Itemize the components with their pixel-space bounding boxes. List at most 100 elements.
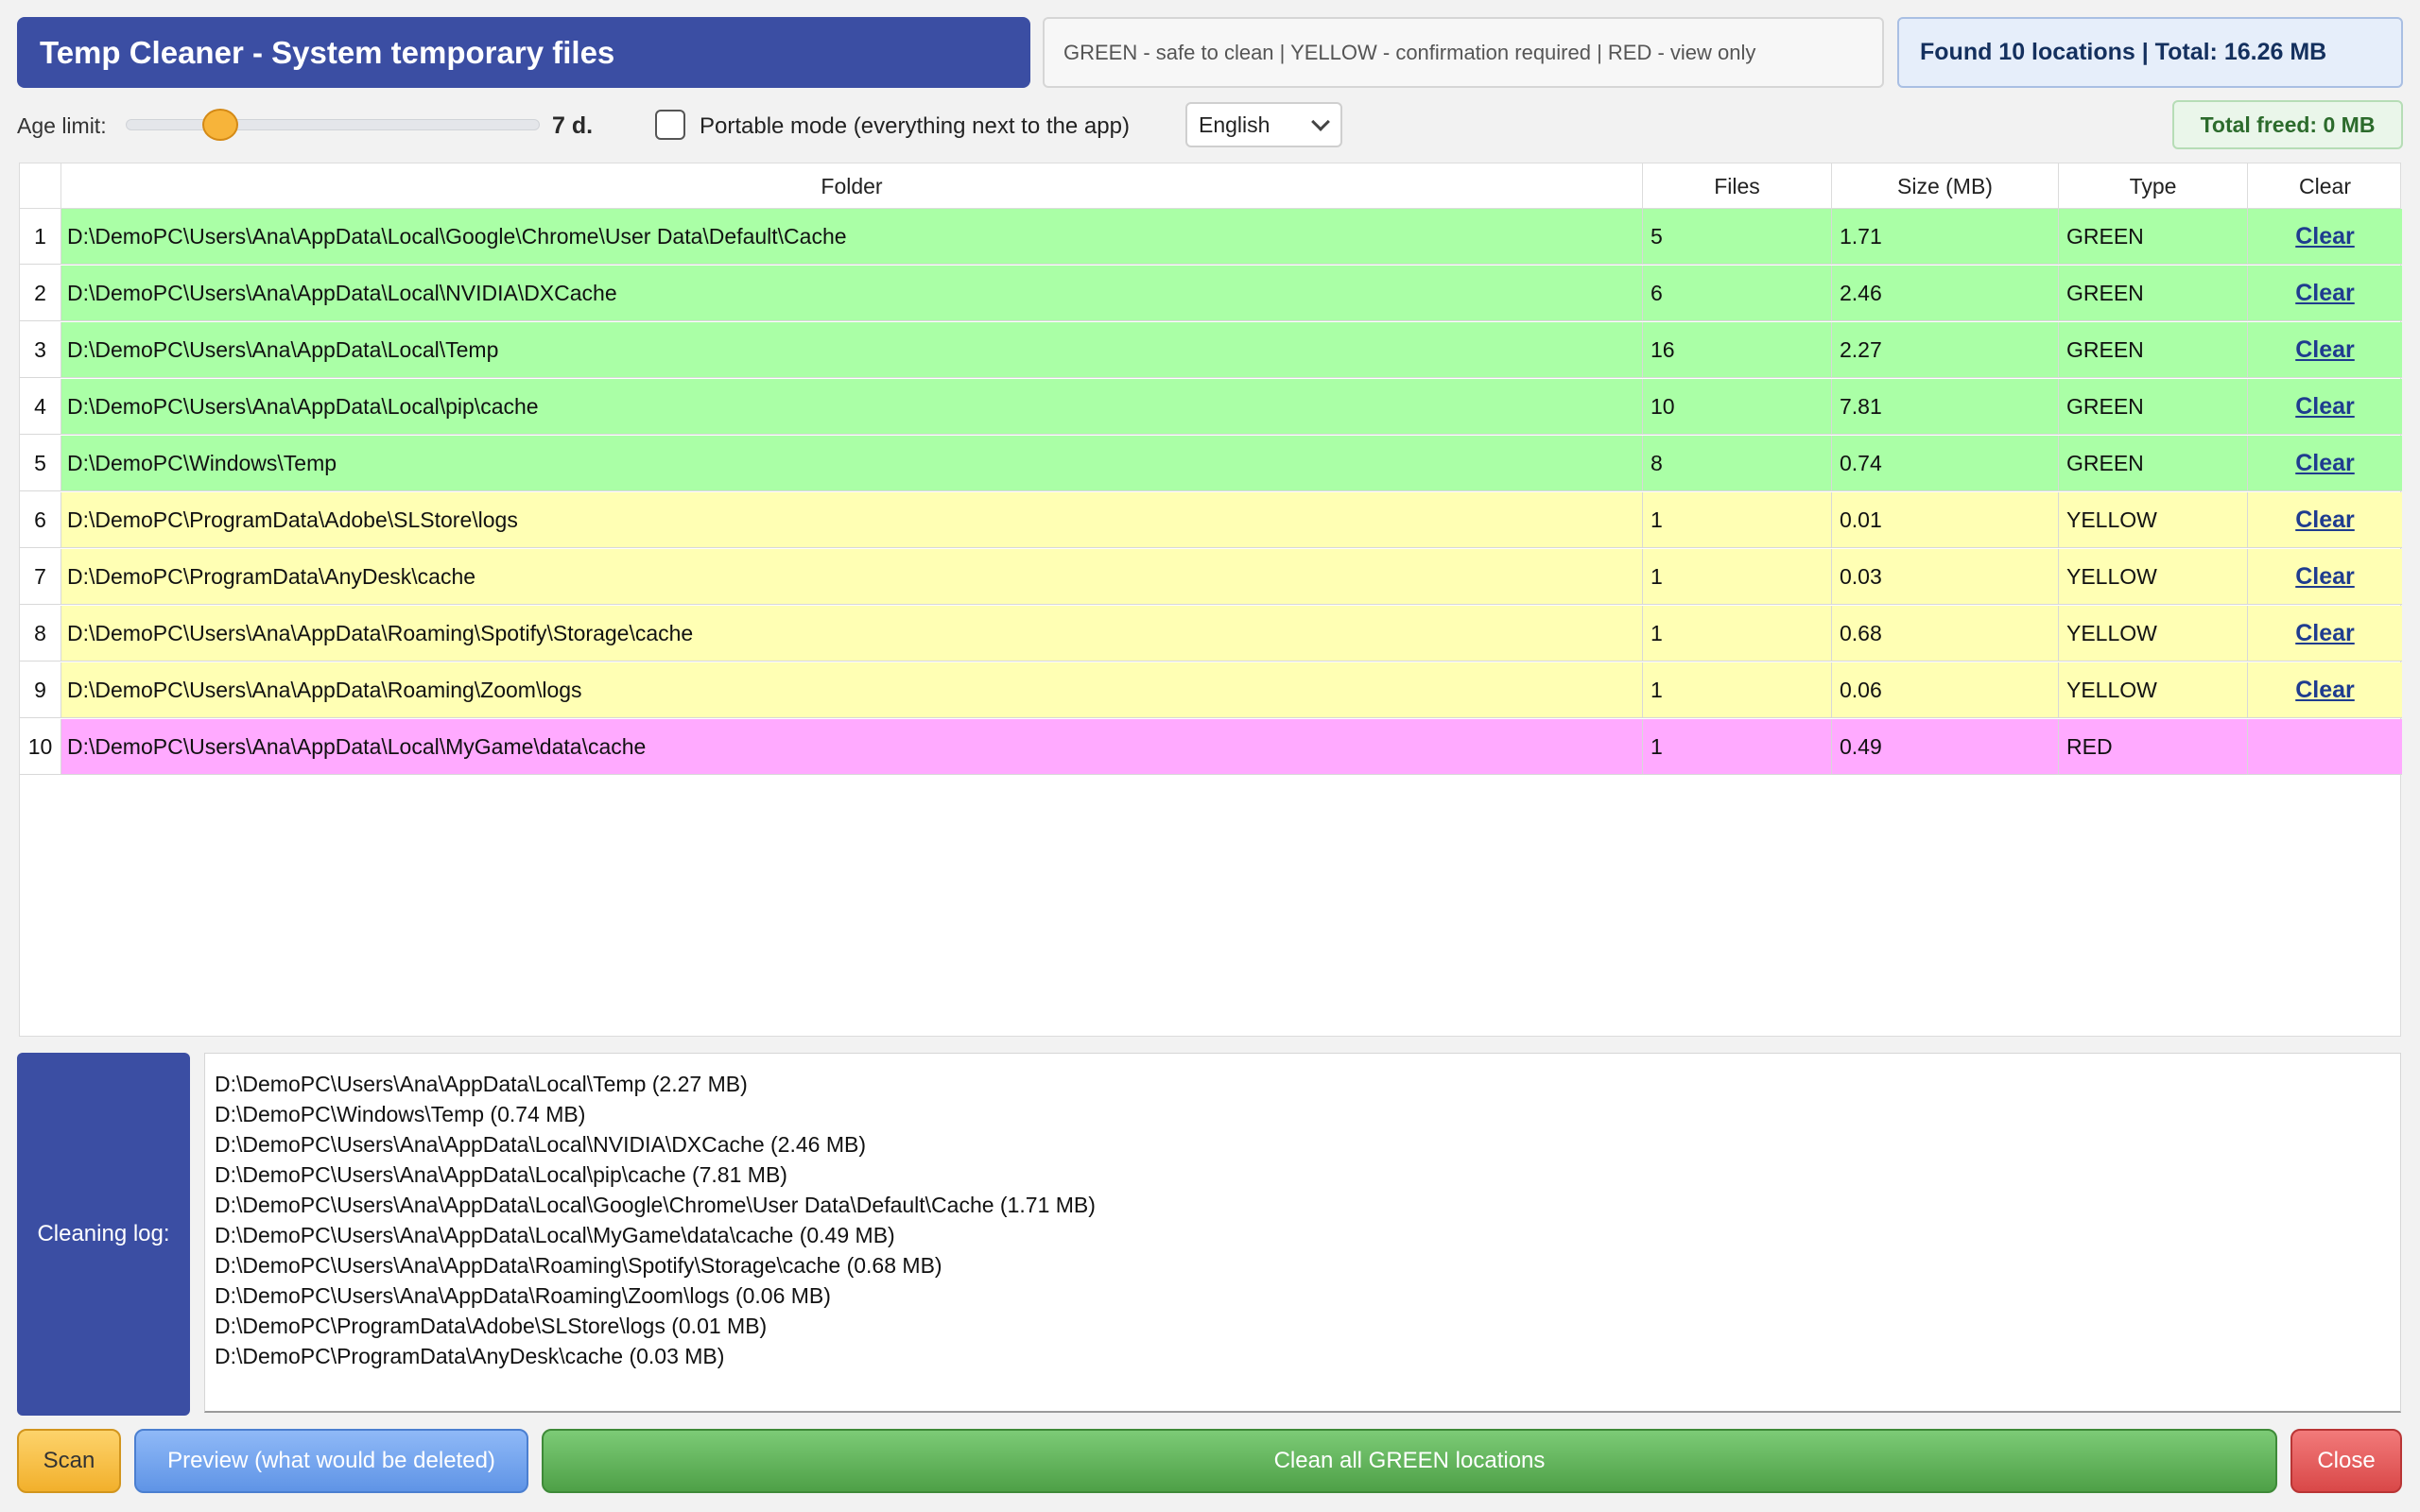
files-cell-text: 16 xyxy=(1651,336,1675,362)
portable-mode-checkbox[interactable] xyxy=(655,110,685,140)
table-row[interactable]: 3 D:\DemoPC\Users\Ana\AppData\Local\Temp 1… xyxy=(20,322,2402,379)
header-clear[interactable]: Clear xyxy=(2248,163,2402,209)
files-cell: 1 xyxy=(1643,492,1832,548)
files-cell-text: 1 xyxy=(1651,507,1663,532)
cleaning-log[interactable]: D:\DemoPC\Users\Ana\AppData\Local\Temp (… xyxy=(204,1053,2401,1413)
files-cell-text: 1 xyxy=(1651,677,1663,702)
size-cell: 1.71 xyxy=(1832,209,2059,265)
type-cell: GREEN xyxy=(2059,209,2248,265)
header-folder[interactable]: Folder xyxy=(61,163,1643,209)
size-cell: 0.01 xyxy=(1832,492,2059,548)
folder-cell-text: D:\DemoPC\Users\Ana\AppData\Roaming\Spot… xyxy=(67,620,694,645)
folder-cell-text: D:\DemoPC\Users\Ana\AppData\Local\Temp xyxy=(67,336,499,362)
row-index-text: 3 xyxy=(34,336,46,362)
cleaning-log-label: Cleaning log: xyxy=(17,1053,190,1416)
clear-link[interactable]: Clear xyxy=(2295,563,2355,591)
size-cell-text: 7.81 xyxy=(1840,393,1882,419)
language-select[interactable]: English xyxy=(1185,102,1342,147)
files-cell-text: 5 xyxy=(1651,223,1663,249)
type-cell-text: GREEN xyxy=(2066,223,2144,249)
folder-cell-text: D:\DemoPC\Users\Ana\AppData\Local\pip\ca… xyxy=(67,393,539,419)
age-limit-value: 7 d. xyxy=(552,112,594,139)
table-row[interactable]: 5 D:\DemoPC\Windows\Temp 8 0.74 GREEN Clear xyxy=(20,436,2402,492)
log-line: D:\DemoPC\Users\Ana\AppData\Local\NVIDIA… xyxy=(215,1132,866,1157)
total-freed-badge: Total freed: 0 MB xyxy=(2172,100,2403,149)
log-line: D:\DemoPC\Users\Ana\AppData\Local\MyGame… xyxy=(215,1223,895,1247)
folder-cell: D:\DemoPC\ProgramData\AnyDesk\cache xyxy=(61,549,1643,605)
clear-link[interactable]: Clear xyxy=(2295,223,2355,250)
table-row[interactable]: 10 D:\DemoPC\Users\Ana\AppData\Local\MyGa… xyxy=(20,719,2402,776)
close-button[interactable]: Close xyxy=(2290,1429,2402,1493)
clear-link[interactable]: Clear xyxy=(2295,620,2355,647)
row-index: 8 xyxy=(20,606,61,662)
type-cell: GREEN xyxy=(2059,322,2248,378)
clear-link[interactable]: Clear xyxy=(2295,280,2355,307)
clear-link[interactable]: Clear xyxy=(2295,450,2355,477)
clear-cell: Clear xyxy=(2248,549,2402,605)
clear-cell xyxy=(2248,719,2402,775)
type-cell: GREEN xyxy=(2059,379,2248,435)
size-cell: 2.27 xyxy=(1832,322,2059,378)
clear-cell: Clear xyxy=(2248,209,2402,265)
folder-cell-text: D:\DemoPC\Users\Ana\AppData\Roaming\Zoom… xyxy=(67,677,582,702)
log-line: D:\DemoPC\Windows\Temp (0.74 MB) xyxy=(215,1102,586,1126)
type-cell-text: RED xyxy=(2066,733,2113,759)
header-size[interactable]: Size (MB) xyxy=(1832,163,2059,209)
row-index-text: 7 xyxy=(34,563,46,589)
size-cell: 0.74 xyxy=(1832,436,2059,491)
type-cell: RED xyxy=(2059,719,2248,775)
table-row[interactable]: 4 D:\DemoPC\Users\Ana\AppData\Local\pip\c… xyxy=(20,379,2402,436)
row-index-text: 10 xyxy=(27,733,53,759)
size-cell-text: 0.01 xyxy=(1840,507,1882,532)
clear-cell: Clear xyxy=(2248,322,2402,378)
type-cell-text: YELLOW xyxy=(2066,620,2157,645)
chevron-down-icon xyxy=(1311,112,1330,131)
folder-cell: D:\DemoPC\Users\Ana\AppData\Local\Google… xyxy=(61,209,1643,265)
folder-cell: D:\DemoPC\Windows\Temp xyxy=(61,436,1643,491)
scan-summary: Found 10 locations | Total: 16.26 MB xyxy=(1897,17,2403,88)
folder-cell-text: D:\DemoPC\ProgramData\Adobe\SLStore\logs xyxy=(67,507,518,532)
row-index: 10 xyxy=(20,719,61,775)
language-select-value: English xyxy=(1199,112,1270,137)
folder-cell: D:\DemoPC\Users\Ana\AppData\Local\NVIDIA… xyxy=(61,266,1643,321)
folder-cell: D:\DemoPC\Users\Ana\AppData\Local\MyGame… xyxy=(61,719,1643,775)
folder-cell-text: D:\DemoPC\ProgramData\AnyDesk\cache xyxy=(67,563,476,589)
table-row[interactable]: 9 D:\DemoPC\Users\Ana\AppData\Roaming\Zoo… xyxy=(20,662,2402,719)
size-cell: 0.03 xyxy=(1832,549,2059,605)
clear-link[interactable]: Clear xyxy=(2295,507,2355,534)
table-row[interactable]: 7 D:\DemoPC\ProgramData\AnyDesk\cache 1 0.0… xyxy=(20,549,2402,606)
clear-cell: Clear xyxy=(2248,379,2402,435)
table-row[interactable]: 8 D:\DemoPC\Users\Ana\AppData\Roaming\Spo… xyxy=(20,606,2402,662)
table-row[interactable]: 2 D:\DemoPC\Users\Ana\AppData\Local\NVIDI… xyxy=(20,266,2402,322)
clear-link[interactable]: Clear xyxy=(2295,677,2355,704)
table-row[interactable]: 1 D:\DemoPC\Users\Ana\AppData\Local\Googl… xyxy=(20,209,2402,266)
clean-green-button[interactable]: Clean all GREEN locations xyxy=(542,1429,2277,1493)
type-cell-text: YELLOW xyxy=(2066,563,2157,589)
preview-button[interactable]: Preview (what would be deleted) xyxy=(134,1429,528,1493)
size-cell-text: 2.27 xyxy=(1840,336,1882,362)
folder-cell-text: D:\DemoPC\Users\Ana\AppData\Local\Google… xyxy=(67,223,847,249)
files-cell-text: 1 xyxy=(1651,733,1663,759)
log-line: D:\DemoPC\Users\Ana\AppData\Local\Temp (… xyxy=(215,1072,748,1096)
files-cell: 1 xyxy=(1643,606,1832,662)
scan-button[interactable]: Scan xyxy=(17,1429,121,1493)
clear-link[interactable]: Clear xyxy=(2295,393,2355,421)
age-limit-label: Age limit: xyxy=(17,113,107,138)
clear-link[interactable]: Clear xyxy=(2295,336,2355,364)
header-type[interactable]: Type xyxy=(2059,163,2248,209)
age-limit-slider-handle[interactable] xyxy=(202,109,238,141)
age-limit-slider[interactable] xyxy=(126,119,540,130)
table-row[interactable]: 6 D:\DemoPC\ProgramData\Adobe\SLStore\log… xyxy=(20,492,2402,549)
files-cell-text: 8 xyxy=(1651,450,1663,475)
portable-mode-label[interactable]: Portable mode (everything next to the ap… xyxy=(700,113,1130,140)
folder-cell-text: D:\DemoPC\Users\Ana\AppData\Local\MyGame… xyxy=(67,733,647,759)
type-cell-text: GREEN xyxy=(2066,336,2144,362)
clear-cell: Clear xyxy=(2248,436,2402,491)
size-cell-text: 1.71 xyxy=(1840,223,1882,249)
size-cell-text: 0.68 xyxy=(1840,620,1882,645)
header-files[interactable]: Files xyxy=(1643,163,1832,209)
type-cell: YELLOW xyxy=(2059,606,2248,662)
files-cell: 10 xyxy=(1643,379,1832,435)
type-cell-text: YELLOW xyxy=(2066,677,2157,702)
folder-cell: D:\DemoPC\Users\Ana\AppData\Roaming\Zoom… xyxy=(61,662,1643,718)
